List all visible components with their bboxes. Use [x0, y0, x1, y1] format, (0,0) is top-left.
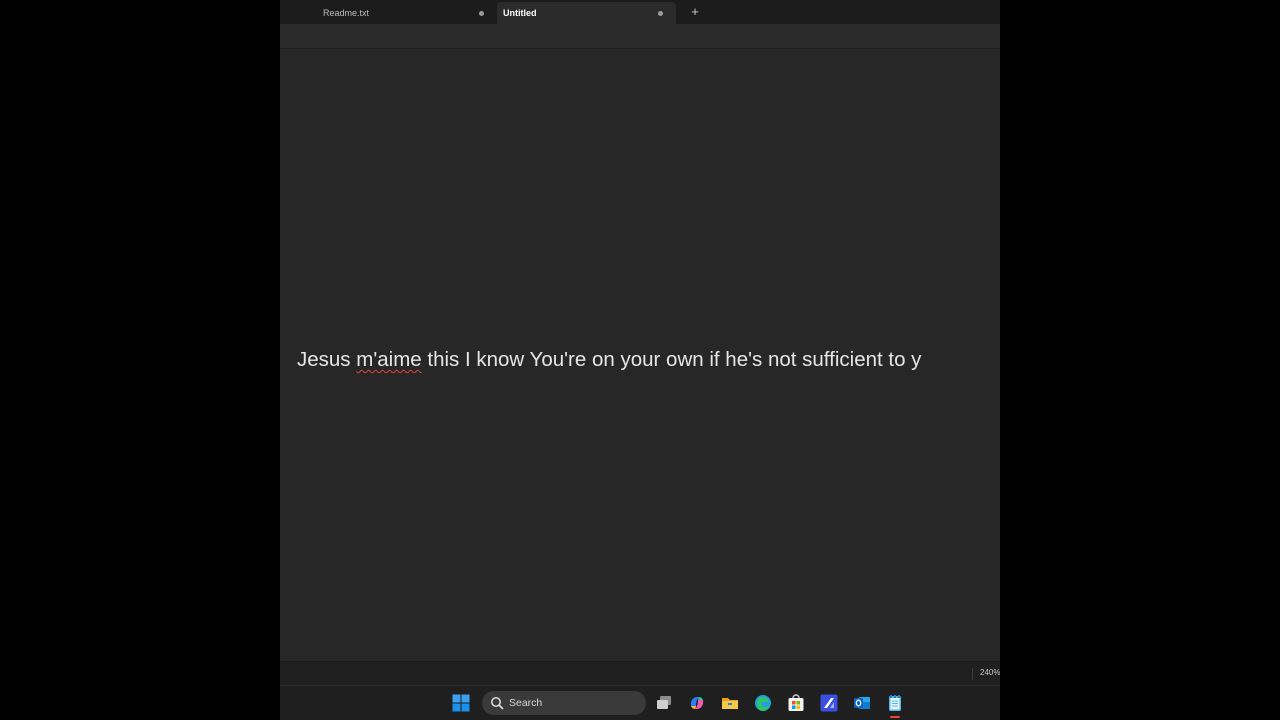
menu-bar: [280, 24, 1000, 49]
copilot-icon[interactable]: [688, 694, 706, 712]
tab-label: Readme.txt: [323, 8, 370, 18]
notepad-window: Readme.txt Untitled + Jesus m'aime this …: [280, 0, 1000, 720]
taskbar: Search: [280, 685, 1000, 720]
search-icon: [491, 697, 504, 710]
new-tab-button[interactable]: +: [688, 3, 702, 21]
zoom-level[interactable]: 240%: [980, 668, 1000, 677]
unsaved-dot-icon[interactable]: [479, 10, 484, 16]
search-label: Search: [509, 697, 543, 709]
misspelled-word[interactable]: m'aime: [356, 348, 421, 371]
outlook-icon[interactable]: [853, 694, 871, 712]
taskbar-search-box[interactable]: Search: [482, 691, 646, 715]
unsaved-dot-icon[interactable]: [658, 10, 663, 16]
microsoft-store-icon[interactable]: [787, 694, 805, 712]
text-run: this I know You're on your own if he's n…: [421, 348, 922, 371]
editor-text-line[interactable]: Jesus m'aime this I know You're on your …: [297, 348, 921, 372]
file-explorer-icon[interactable]: [721, 694, 739, 712]
windows-start-icon[interactable]: [452, 694, 470, 712]
tab-untitled[interactable]: Untitled: [497, 2, 676, 24]
task-view-icon[interactable]: [655, 694, 673, 712]
tab-readme[interactable]: Readme.txt: [297, 2, 493, 24]
tab-label: Untitled: [503, 8, 537, 18]
status-bar: 240%: [280, 661, 1000, 686]
text-run: Jesus: [297, 348, 357, 371]
edge-browser-icon[interactable]: [754, 694, 772, 712]
status-divider: [972, 668, 973, 680]
pen-app-icon[interactable]: [820, 694, 838, 712]
text-editor[interactable]: Jesus m'aime this I know You're on your …: [280, 49, 1000, 661]
tab-bar: Readme.txt Untitled +: [280, 0, 1000, 24]
notepad-icon[interactable]: [886, 694, 904, 712]
active-app-indicator: [890, 716, 900, 718]
